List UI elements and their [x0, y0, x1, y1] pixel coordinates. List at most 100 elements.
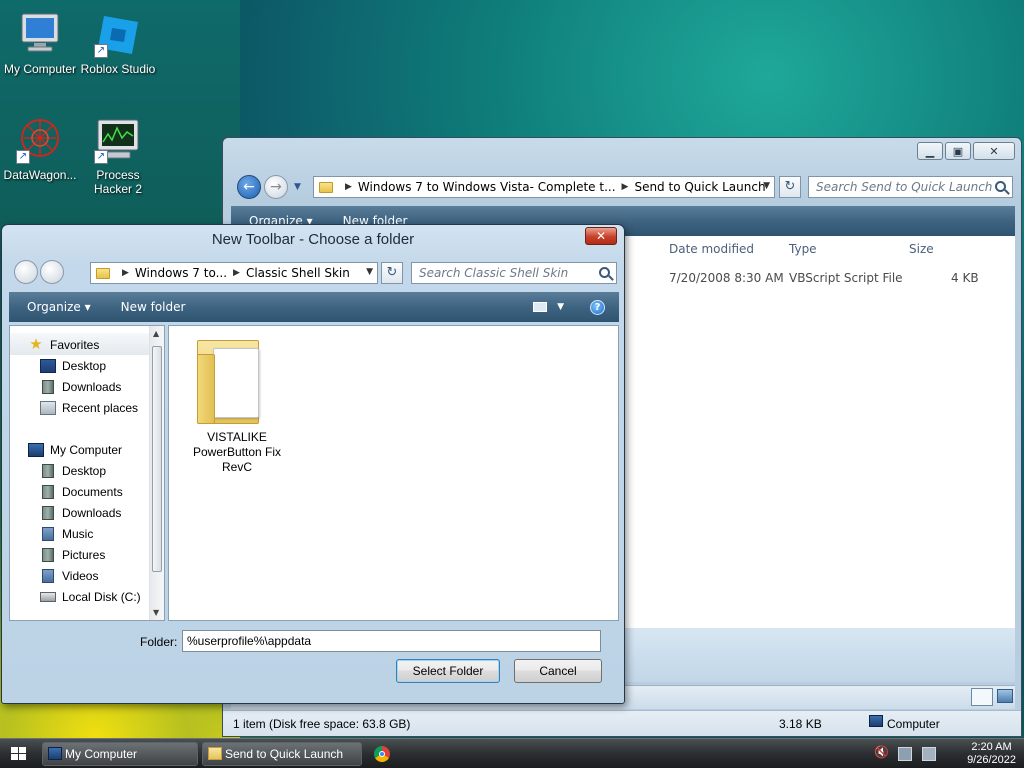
- desktop-icon-my-computer[interactable]: My Computer: [0, 10, 80, 76]
- dialog-close-button[interactable]: ✕: [585, 227, 617, 245]
- folder-front-icon: [197, 354, 215, 424]
- taskbar-button-my-computer[interactable]: My Computer: [42, 742, 198, 766]
- back-button[interactable]: ←: [237, 175, 261, 199]
- datawagon-icon: ↗: [16, 116, 64, 164]
- taskbar-button-label: My Computer: [65, 747, 138, 761]
- breadcrumb-item[interactable]: Windows 7 to...: [135, 266, 227, 280]
- tree-item-desktop[interactable]: Desktop: [40, 355, 106, 376]
- column-header-size[interactable]: Size: [909, 242, 934, 256]
- recent-pages-chevron-icon[interactable]: ▼: [294, 182, 301, 192]
- minimize-button[interactable]: ▁: [917, 142, 943, 160]
- tree-item-pictures[interactable]: Pictures: [40, 544, 105, 565]
- window-controls: ▁ ▣ ✕: [917, 142, 1015, 160]
- maximize-button[interactable]: ▣: [945, 142, 971, 160]
- start-button[interactable]: [8, 745, 30, 763]
- folder-field-label: Folder:: [140, 635, 178, 649]
- desktop-icon-process-hacker[interactable]: ↗ Process Hacker 2: [78, 116, 158, 196]
- status-size: 3.18 KB: [779, 717, 822, 731]
- breadcrumb-item[interactable]: Send to Quick Launch: [634, 180, 765, 194]
- folder-icon: [208, 747, 222, 760]
- downloads-icon: [42, 505, 54, 520]
- scroll-thumb[interactable]: [152, 346, 162, 572]
- recent-places-icon: [40, 400, 56, 415]
- cancel-button[interactable]: Cancel: [514, 659, 602, 683]
- new-folder-button[interactable]: New folder: [121, 300, 186, 314]
- taskbar-button-label: Send to Quick Launch: [225, 747, 344, 761]
- explorer-address-bar[interactable]: ▶ Windows 7 to Windows Vista- Complete t…: [313, 176, 775, 198]
- folder-icon: [96, 267, 110, 279]
- scroll-down-icon[interactable]: ▼: [153, 608, 159, 617]
- tree-scrollbar[interactable]: ▲ ▼: [149, 326, 164, 620]
- breadcrumb-item[interactable]: Windows 7 to Windows Vista- Complete t..…: [358, 180, 616, 194]
- address-dropdown-icon[interactable]: ▼: [366, 267, 373, 277]
- tree-item-downloads[interactable]: Downloads: [40, 502, 121, 523]
- folder-item-vistalike[interactable]: [193, 334, 273, 430]
- music-icon: [42, 526, 54, 541]
- taskbar: My Computer Send to Quick Launch 🔇 2:20 …: [0, 738, 1024, 768]
- back-button[interactable]: [14, 260, 38, 284]
- breadcrumb-separator-icon: ▶: [122, 268, 129, 278]
- tree-item-videos[interactable]: Videos: [40, 565, 98, 586]
- windows-logo-icon: [11, 747, 26, 760]
- forward-button[interactable]: →: [264, 175, 288, 199]
- folder-page-icon: [213, 348, 259, 418]
- refresh-icon[interactable]: ↻: [779, 176, 801, 198]
- tree-item-my-computer[interactable]: My Computer: [28, 439, 122, 460]
- folder-label-line3: RevC: [221, 460, 252, 474]
- row-size: 4 KB: [951, 271, 979, 285]
- desktop-icon-label-line2: Hacker 2: [93, 182, 143, 196]
- status-bar: 1 item (Disk free space: 63.8 GB) 3.18 K…: [223, 710, 1021, 736]
- tree-item-documents[interactable]: Documents: [40, 481, 123, 502]
- action-center-icon[interactable]: [922, 747, 936, 761]
- clock-date: 9/26/2022: [967, 754, 1016, 766]
- organize-button[interactable]: Organize ▾: [27, 300, 91, 314]
- forward-button[interactable]: [40, 260, 64, 284]
- folder-content: VISTALIKE PowerButton Fix RevC: [168, 325, 619, 621]
- breadcrumb-item[interactable]: Classic Shell Skin: [246, 266, 350, 280]
- roblox-studio-icon: ↗: [94, 10, 142, 58]
- folder-icon: [319, 181, 333, 193]
- tree-item-music[interactable]: Music: [40, 523, 93, 544]
- help-icon[interactable]: ?: [590, 299, 605, 315]
- tree-item-favorites[interactable]: ★ Favorites: [28, 334, 99, 355]
- volume-muted-icon[interactable]: 🔇: [874, 745, 889, 759]
- network-icon[interactable]: [898, 747, 912, 761]
- column-header-date-modified[interactable]: Date modified: [669, 242, 754, 256]
- view-dropdown-icon[interactable]: ▼: [557, 302, 564, 312]
- close-button[interactable]: ✕: [973, 142, 1015, 160]
- breadcrumb-separator-icon: ▶: [233, 268, 240, 278]
- view-options-icon[interactable]: [533, 302, 548, 312]
- details-view-icon[interactable]: [971, 688, 993, 706]
- dialog-title: New Toolbar - Choose a folder: [211, 231, 415, 248]
- tree-item-downloads[interactable]: Downloads: [40, 376, 121, 397]
- choose-folder-dialog[interactable]: New Toolbar - Choose a folder ✕ ▶ Window…: [1, 224, 625, 704]
- tree-item-desktop[interactable]: Desktop: [40, 460, 106, 481]
- folder-item-label[interactable]: VISTALIKE PowerButton Fix RevC: [181, 430, 293, 475]
- column-header-type[interactable]: Type: [789, 242, 817, 256]
- dialog-search-input[interactable]: Search Classic Shell Skin: [411, 262, 617, 284]
- address-dropdown-icon[interactable]: ▼: [763, 181, 770, 191]
- clock[interactable]: 2:20 AM 9/26/2022: [967, 741, 1016, 767]
- folder-input[interactable]: %userprofile%\appdata: [182, 630, 601, 652]
- refresh-icon[interactable]: ↻: [381, 262, 403, 284]
- explorer-search-input[interactable]: Search Send to Quick Launch: [808, 176, 1013, 198]
- tree-label: Downloads: [62, 379, 122, 394]
- desktop-icon-datawagon[interactable]: ↗ DataWagon...: [0, 116, 80, 182]
- local-disk-icon: [40, 591, 56, 602]
- dialog-address-bar[interactable]: ▶ Windows 7 to... ▶ Classic Shell Skin ▼: [90, 262, 378, 284]
- downloads-icon: [42, 379, 54, 394]
- tiles-view-icon[interactable]: [997, 689, 1013, 703]
- chrome-icon[interactable]: [374, 746, 390, 762]
- tree-item-local-disk[interactable]: Local Disk (C:): [40, 586, 141, 607]
- pictures-icon: [42, 547, 54, 562]
- desktop-icon-roblox-studio[interactable]: ↗ Roblox Studio: [78, 10, 158, 76]
- select-folder-button[interactable]: Select Folder: [396, 659, 500, 683]
- tree-item-recent-places[interactable]: Recent places: [40, 397, 138, 418]
- scroll-up-icon[interactable]: ▲: [153, 329, 159, 338]
- tree-label: Desktop: [62, 463, 107, 478]
- desktop-icon-label: DataWagon...: [3, 168, 77, 182]
- shortcut-arrow-icon: ↗: [94, 150, 108, 164]
- desktop-icon-label: My Computer: [3, 62, 77, 76]
- taskbar-button-send-to-quick-launch[interactable]: Send to Quick Launch: [202, 742, 362, 766]
- breadcrumb-separator-icon: ▶: [345, 182, 352, 192]
